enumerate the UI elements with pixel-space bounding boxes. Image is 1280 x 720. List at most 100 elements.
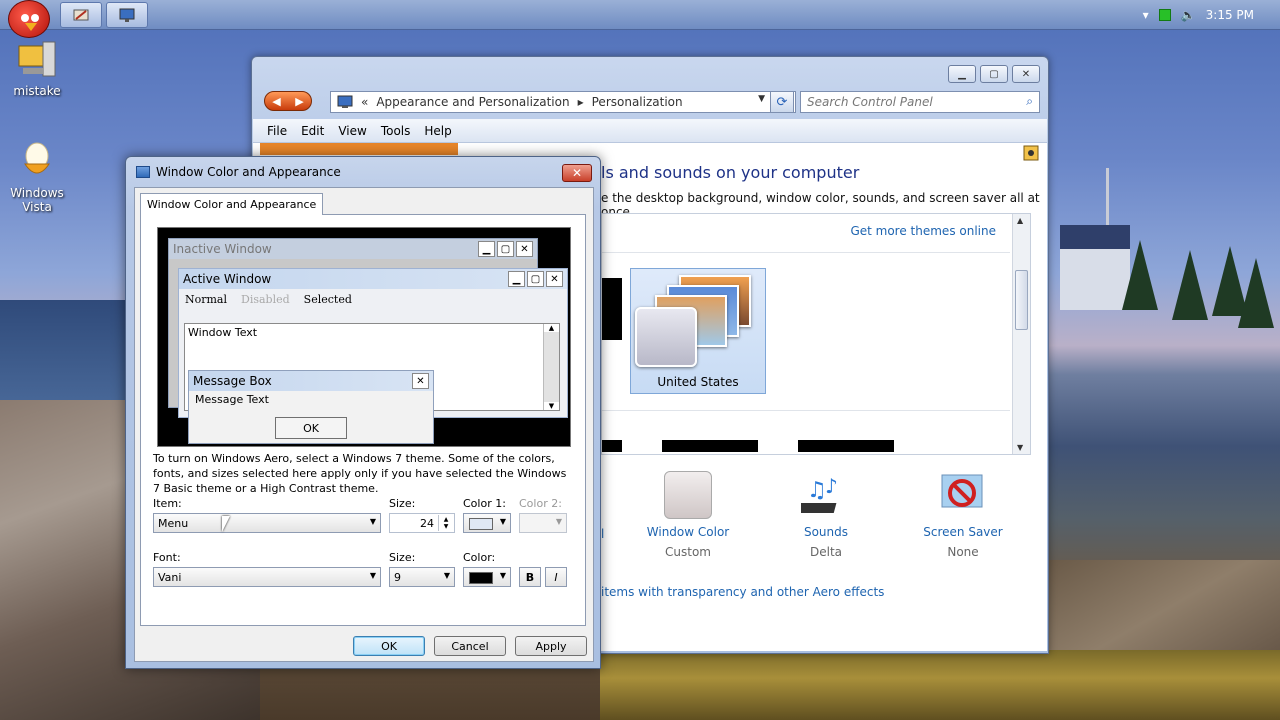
start-button[interactable]	[8, 0, 50, 38]
breadcrumb-item[interactable]: Personalization	[592, 95, 683, 109]
screen-saver-icon	[938, 471, 988, 521]
menu-file[interactable]: File	[267, 124, 287, 138]
apply-button[interactable]: Apply	[515, 636, 587, 656]
breadcrumb-item[interactable]: Appearance and Personalization	[376, 95, 569, 109]
dialog-close-button[interactable]: ✕	[562, 164, 592, 182]
italic-button[interactable]: I	[545, 567, 567, 587]
item-size-stepper[interactable]: 24 ▲ ▼	[389, 513, 455, 533]
aero-explanation: To turn on Windows Aero, select a Window…	[153, 452, 567, 495]
menu-bar: File Edit View Tools Help	[253, 119, 1047, 143]
chevron-down-icon: ▼	[499, 571, 506, 580]
nav-buttons: ◀ ▶	[264, 91, 312, 111]
scroll-down-icon: ▼	[544, 402, 559, 410]
chevron-up-icon[interactable]: ▾	[1143, 8, 1149, 22]
color1-label: Color 1:	[463, 497, 506, 510]
desktop-background-link-partial[interactable]: l	[601, 527, 604, 541]
dialog-title: Window Color and Appearance	[156, 165, 341, 179]
menu-help[interactable]: Help	[424, 124, 451, 138]
scroll-down-icon[interactable]: ▼	[1017, 443, 1023, 452]
screen-saver-item[interactable]: Screen Saver None	[908, 471, 1018, 559]
color2-label: Color 2:	[519, 497, 562, 510]
font-size-select[interactable]: 9 ▼	[389, 567, 455, 587]
divider	[602, 252, 1010, 253]
chevron-down-icon: ▼	[369, 517, 376, 526]
address-bar[interactable]: « Appearance and Personalization ▸ Perso…	[330, 91, 796, 113]
font-size-label: Size:	[389, 551, 416, 564]
cancel-button[interactable]: Cancel	[434, 636, 506, 656]
computer-icon	[15, 40, 59, 80]
chevron-down-icon: ▼	[443, 571, 450, 580]
menu-edit[interactable]: Edit	[301, 124, 324, 138]
minimize-button[interactable]: ▁	[948, 65, 976, 83]
breadcrumb-chevron-icon: «	[361, 95, 369, 109]
theme-color-swatch	[635, 307, 697, 367]
monitor-icon	[119, 8, 135, 22]
scrollbar-thumb[interactable]	[1015, 270, 1028, 330]
theme-thumbnail-partial[interactable]	[602, 278, 622, 340]
ok-button[interactable]: OK	[353, 636, 425, 656]
window-color-icon	[663, 471, 713, 521]
help-icon[interactable]	[1023, 145, 1039, 161]
preview-ok-button: OK	[275, 417, 347, 439]
lighthouse-house	[1060, 225, 1130, 310]
svg-text:♪: ♪	[825, 474, 838, 498]
mouse-cursor	[222, 516, 230, 532]
search-input[interactable]: Search Control Panel ⌕	[800, 91, 1040, 113]
menu-tools[interactable]: Tools	[381, 124, 411, 138]
item-size-label: Size:	[389, 497, 416, 510]
eye-icon	[31, 14, 39, 22]
preview-message-box: Message Box ✕ Message Text OK	[188, 370, 434, 444]
tab-panel: Inactive Window ▁ ▢ ✕ Active Window ▁ ▢ ✕ No…	[140, 214, 586, 626]
get-more-themes-link[interactable]: Get more themes online	[850, 224, 996, 238]
breadcrumb-arrow-icon: ▸	[577, 95, 584, 109]
color1-swatch	[469, 518, 493, 530]
color1-picker[interactable]: ▼	[463, 513, 511, 533]
scroll-up-icon[interactable]: ▲	[1017, 216, 1023, 225]
music-notes-icon: ♫ ♪	[793, 471, 851, 521]
font-color-label: Color:	[463, 551, 496, 564]
back-icon[interactable]: ◀	[272, 95, 280, 108]
menu-view[interactable]: View	[338, 124, 366, 138]
system-tray: ▾ 🔈 3:15 PM	[1143, 0, 1280, 30]
window-color-item[interactable]: Window Color Custom	[633, 471, 743, 559]
scroll-up-icon: ▲	[544, 324, 559, 332]
font-select[interactable]: Vani ▼	[153, 567, 381, 587]
taskbar-button-tools[interactable]	[60, 2, 102, 28]
tree	[1122, 240, 1158, 310]
forward-icon[interactable]: ▶	[295, 95, 303, 108]
tools-icon	[73, 9, 89, 21]
volume-icon[interactable]: 🔈	[1181, 8, 1196, 22]
maximize-button[interactable]: ▢	[980, 65, 1008, 83]
aero-effects-link[interactable]: items with transparency and other Aero e…	[601, 585, 884, 599]
bold-button[interactable]: B	[519, 567, 541, 587]
dialog-body: Window Color and Appearance Inactive Win…	[134, 187, 594, 662]
preview-msgbox-buttons: ✕	[412, 373, 429, 389]
sounds-item[interactable]: ♫ ♪ Sounds Delta	[771, 471, 881, 559]
desktop-icon-mistake[interactable]: mistake	[2, 40, 72, 98]
network-icon[interactable]	[1158, 9, 1171, 21]
preview-active-buttons: ▁ ▢ ✕	[508, 271, 563, 287]
chevron-down-icon: ▼	[555, 517, 562, 526]
appearance-preview[interactable]: Inactive Window ▁ ▢ ✕ Active Window ▁ ▢ ✕ No…	[157, 227, 571, 447]
chevron-down-icon[interactable]: ▼	[758, 94, 765, 104]
desktop-icon-windows-vista[interactable]: Windows Vista	[2, 142, 72, 214]
theme-thumbnail-partial	[662, 440, 758, 452]
refresh-button[interactable]: ⟳	[770, 91, 794, 113]
font-color-picker[interactable]: ▼	[463, 567, 511, 587]
tab-window-color[interactable]: Window Color and Appearance	[140, 193, 324, 215]
font-color-swatch	[469, 572, 493, 584]
theme-list-scrollbar[interactable]: ▲ ▼	[1012, 214, 1030, 454]
close-button[interactable]: ✕	[1012, 65, 1040, 83]
item-select[interactable]: Menu ▼	[153, 513, 381, 533]
egg-cup-icon	[15, 142, 59, 182]
theme-thumbnail-partial	[798, 440, 894, 452]
beak-icon	[25, 23, 37, 31]
chevron-down-icon: ▼	[369, 571, 376, 580]
stepper-arrows-icon[interactable]: ▲ ▼	[438, 515, 453, 531]
taskbar-button-control-panel[interactable]	[106, 2, 148, 28]
search-icon[interactable]: ⌕	[1026, 94, 1033, 109]
preview-msgbox-title: Message Box	[189, 371, 433, 391]
color2-picker: ▼	[519, 513, 567, 533]
theme-item-united-states[interactable]: United States	[630, 268, 766, 394]
clock[interactable]: 3:15 PM	[1206, 8, 1254, 22]
